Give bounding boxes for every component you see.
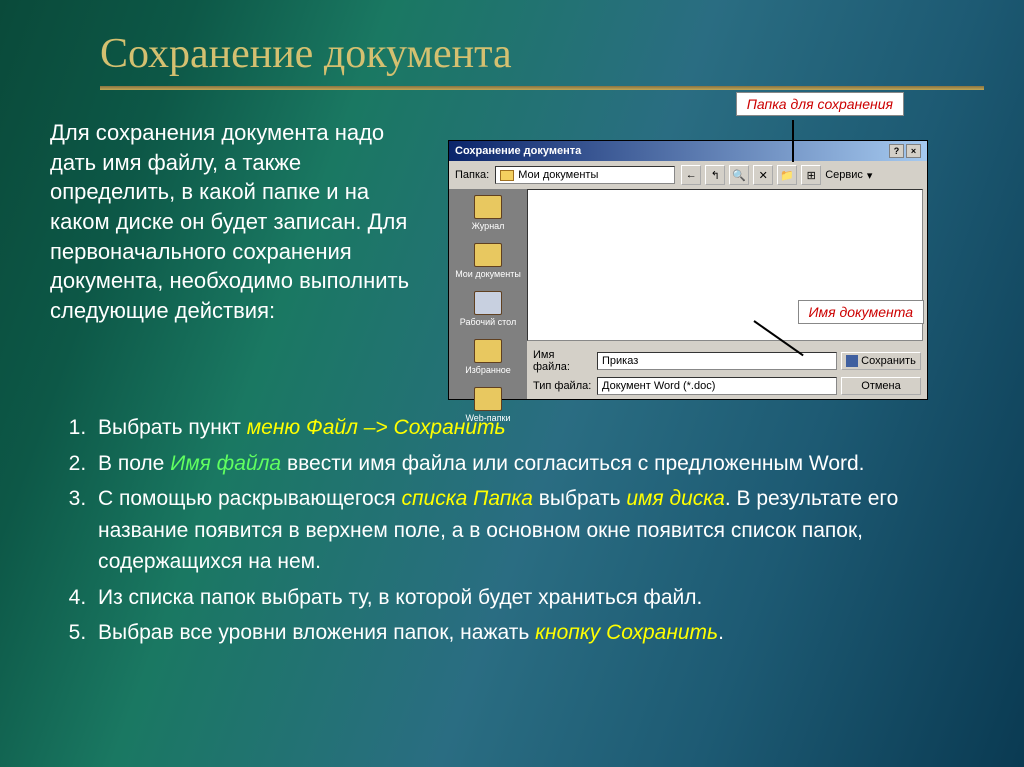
step3-highlight2: имя диска (626, 487, 725, 510)
sidebar-history[interactable]: Журнал (449, 189, 527, 237)
sidebar-web[interactable]: Web-папки (449, 381, 527, 429)
step-4: Из списка папок выбрать ту, в которой бу… (92, 582, 954, 614)
step-2: В поле Имя файла ввести имя файла или со… (92, 448, 954, 480)
callout-folder: Папка для сохранения (736, 92, 904, 116)
up-icon[interactable]: ↰ (705, 165, 725, 185)
folder-icon (500, 170, 514, 181)
service-dropdown-icon[interactable]: ▾ (867, 169, 873, 182)
step-3: С помощью раскрывающегося списка Папка в… (92, 483, 954, 578)
sidebar-web-label: Web-папки (465, 413, 510, 423)
sidebar-history-label: Журнал (472, 221, 505, 231)
filetype-label: Тип файла: (533, 380, 593, 392)
search-icon[interactable]: 🔍 (729, 165, 749, 185)
back-icon[interactable]: ← (681, 165, 701, 185)
sidebar-desktop[interactable]: Рабочий стол (449, 285, 527, 333)
sidebar-desktop-label: Рабочий стол (460, 317, 517, 327)
views-icon[interactable]: ⊞ (801, 165, 821, 185)
save-button[interactable]: Сохранить (841, 352, 921, 370)
intro-text: Для сохранения документа надо дать имя ф… (50, 110, 430, 400)
steps-list: Выбрать пункт меню Файл –> Сохранить В п… (0, 400, 1024, 649)
delete-icon[interactable]: ✕ (753, 165, 773, 185)
step2-highlight: Имя файла (170, 452, 281, 475)
save-dialog: Сохранение документа ? × Папка: Мои доку… (448, 140, 928, 400)
dialog-titlebar: Сохранение документа ? × (449, 141, 927, 161)
step5-highlight: кнопку Сохранить (535, 621, 718, 644)
close-button[interactable]: × (906, 144, 921, 158)
filetype-combo[interactable]: Документ Word (*.doc) (597, 377, 837, 395)
dialog-illustration: Папка для сохранения Имя документа Сохра… (448, 110, 984, 400)
service-label[interactable]: Сервис (825, 169, 863, 181)
new-folder-icon[interactable]: 📁 (777, 165, 797, 185)
callout-filename: Имя документа (798, 300, 925, 324)
sidebar-mydocs[interactable]: Мои документы (449, 237, 527, 285)
step3-highlight1: списка Папка (401, 487, 532, 510)
places-sidebar: Журнал Мои документы Рабочий стол Избран… (449, 189, 527, 399)
sidebar-favorites[interactable]: Избранное (449, 333, 527, 381)
folder-label: Папка: (455, 169, 489, 181)
arrow-folder-line (792, 120, 794, 162)
folder-combo-value: Мои документы (518, 169, 598, 181)
cancel-button[interactable]: Отмена (841, 377, 921, 395)
step-5: Выбрав все уровни вложения папок, нажать… (92, 617, 954, 649)
slide-title: Сохранение документа (0, 0, 1024, 86)
cancel-button-label: Отмена (861, 380, 900, 392)
save-button-label: Сохранить (861, 355, 916, 367)
filename-label: Имя файла: (533, 349, 593, 373)
sidebar-mydocs-label: Мои документы (455, 269, 521, 279)
disk-icon (846, 355, 858, 367)
folder-combo[interactable]: Мои документы (495, 166, 675, 184)
title-underline (100, 86, 984, 90)
help-button[interactable]: ? (889, 144, 904, 158)
sidebar-favorites-label: Избранное (465, 365, 511, 375)
dialog-title-text: Сохранение документа (455, 145, 581, 157)
